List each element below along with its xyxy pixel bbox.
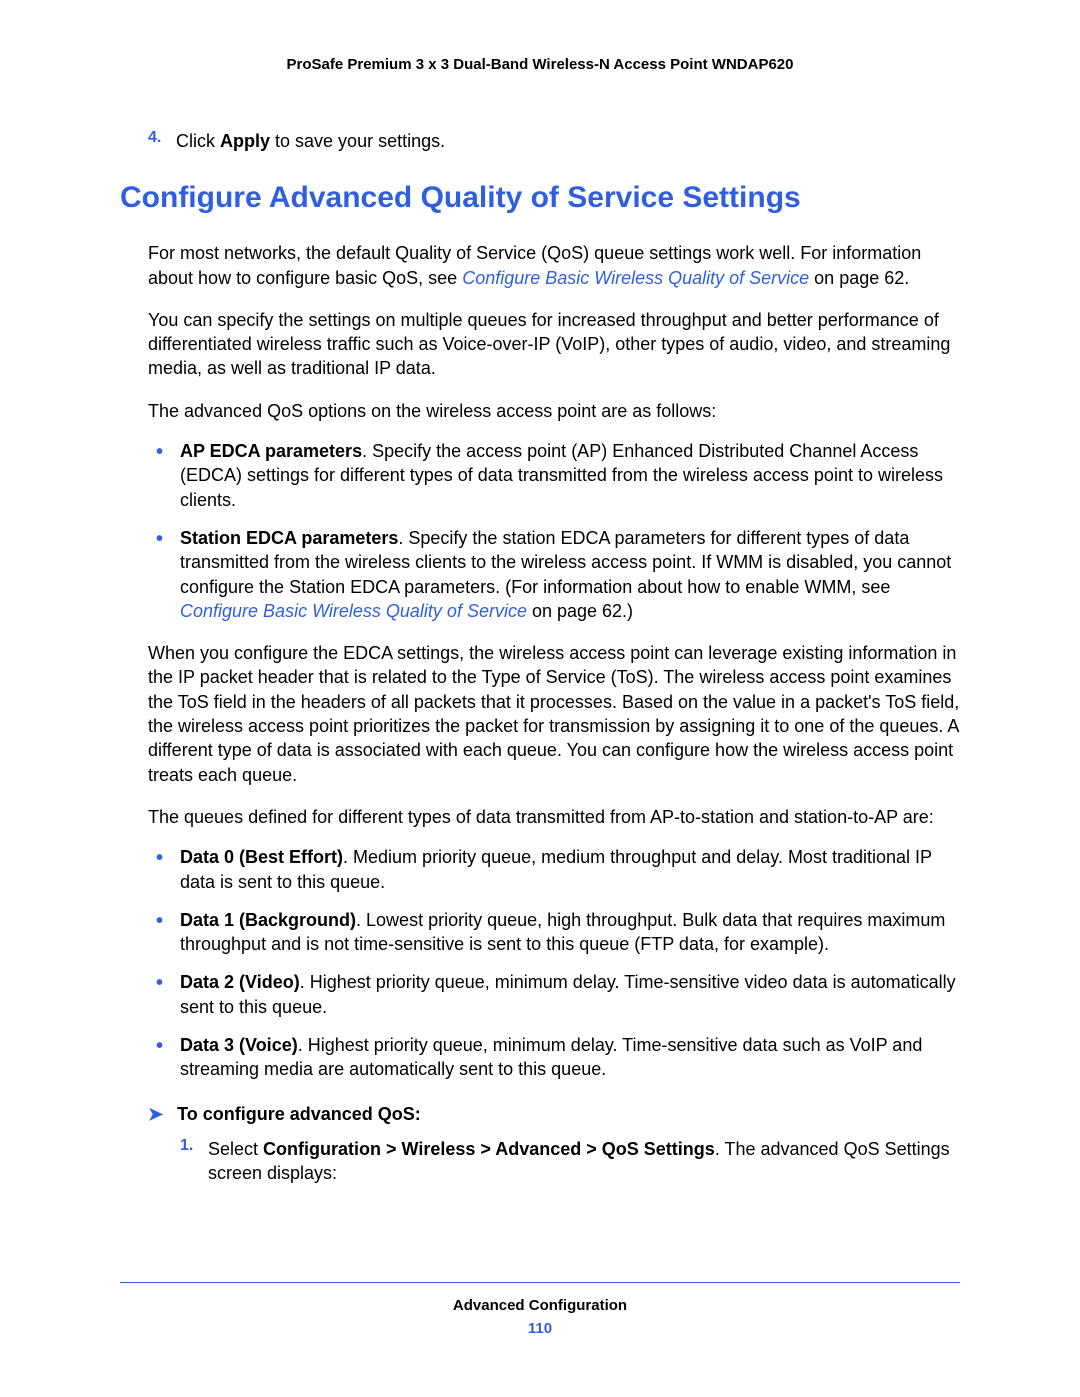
cross-reference-link[interactable]: Configure Basic Wireless Quality of Serv… (180, 601, 527, 621)
list-item: Data 3 (Voice). Highest priority queue, … (148, 1033, 960, 1082)
procedure-step-1: 1. Select Configuration > Wireless > Adv… (180, 1137, 960, 1186)
list-item: Data 0 (Best Effort). Medium priority qu… (148, 845, 960, 894)
running-header: ProSafe Premium 3 x 3 Dual-Band Wireless… (120, 56, 960, 73)
section-heading: Configure Advanced Quality of Service Se… (120, 181, 960, 215)
step-text: Click Apply to save your settings. (176, 129, 445, 153)
term: Station EDCA parameters (180, 528, 398, 548)
text: on page 62. (809, 268, 909, 288)
footer-rule (120, 1282, 960, 1283)
paragraph: When you configure the EDCA settings, th… (148, 641, 960, 787)
footer-section-title: Advanced Configuration (120, 1297, 960, 1314)
paragraph: The advanced QoS options on the wireless… (148, 399, 960, 423)
step-number: 4. (148, 129, 176, 153)
term: Data 0 (Best Effort) (180, 847, 343, 867)
paragraph: You can specify the settings on multiple… (148, 308, 960, 381)
text: Click (176, 131, 220, 151)
paragraph: For most networks, the default Quality o… (148, 241, 960, 290)
procedure-heading: ➤ To configure advanced QoS: (148, 1104, 960, 1125)
cross-reference-link[interactable]: Configure Basic Wireless Quality of Serv… (462, 268, 809, 288)
text: to save your settings. (270, 131, 445, 151)
document-page: ProSafe Premium 3 x 3 Dual-Band Wireless… (0, 0, 1080, 1397)
options-list: AP EDCA parameters. Specify the access p… (148, 439, 960, 623)
queues-list: Data 0 (Best Effort). Medium priority qu… (148, 845, 960, 1081)
menu-path: Configuration > Wireless > Advanced > Qo… (263, 1139, 715, 1159)
apply-label: Apply (220, 131, 270, 151)
list-item: Data 1 (Background). Lowest priority que… (148, 908, 960, 957)
procedure-title: To configure advanced QoS: (177, 1104, 421, 1125)
step-4: 4. Click Apply to save your settings. (148, 129, 960, 153)
text: on page 62.) (527, 601, 633, 621)
section-body: For most networks, the default Quality o… (148, 241, 960, 1185)
triangle-right-icon: ➤ (148, 1104, 163, 1125)
term: Data 3 (Voice) (180, 1035, 298, 1055)
list-item: Station EDCA parameters. Specify the sta… (148, 526, 960, 623)
term: Data 2 (Video) (180, 972, 300, 992)
list-item: Data 2 (Video). Highest priority queue, … (148, 970, 960, 1019)
page-footer: Advanced Configuration 110 (120, 1282, 960, 1337)
list-item: AP EDCA parameters. Specify the access p… (148, 439, 960, 512)
term: Data 1 (Background) (180, 910, 356, 930)
page-number: 110 (120, 1320, 960, 1337)
step-text: Select Configuration > Wireless > Advanc… (208, 1137, 960, 1186)
paragraph: The queues defined for different types o… (148, 805, 960, 829)
text: Select (208, 1139, 263, 1159)
term: AP EDCA parameters (180, 441, 362, 461)
step-number: 1. (180, 1137, 208, 1186)
